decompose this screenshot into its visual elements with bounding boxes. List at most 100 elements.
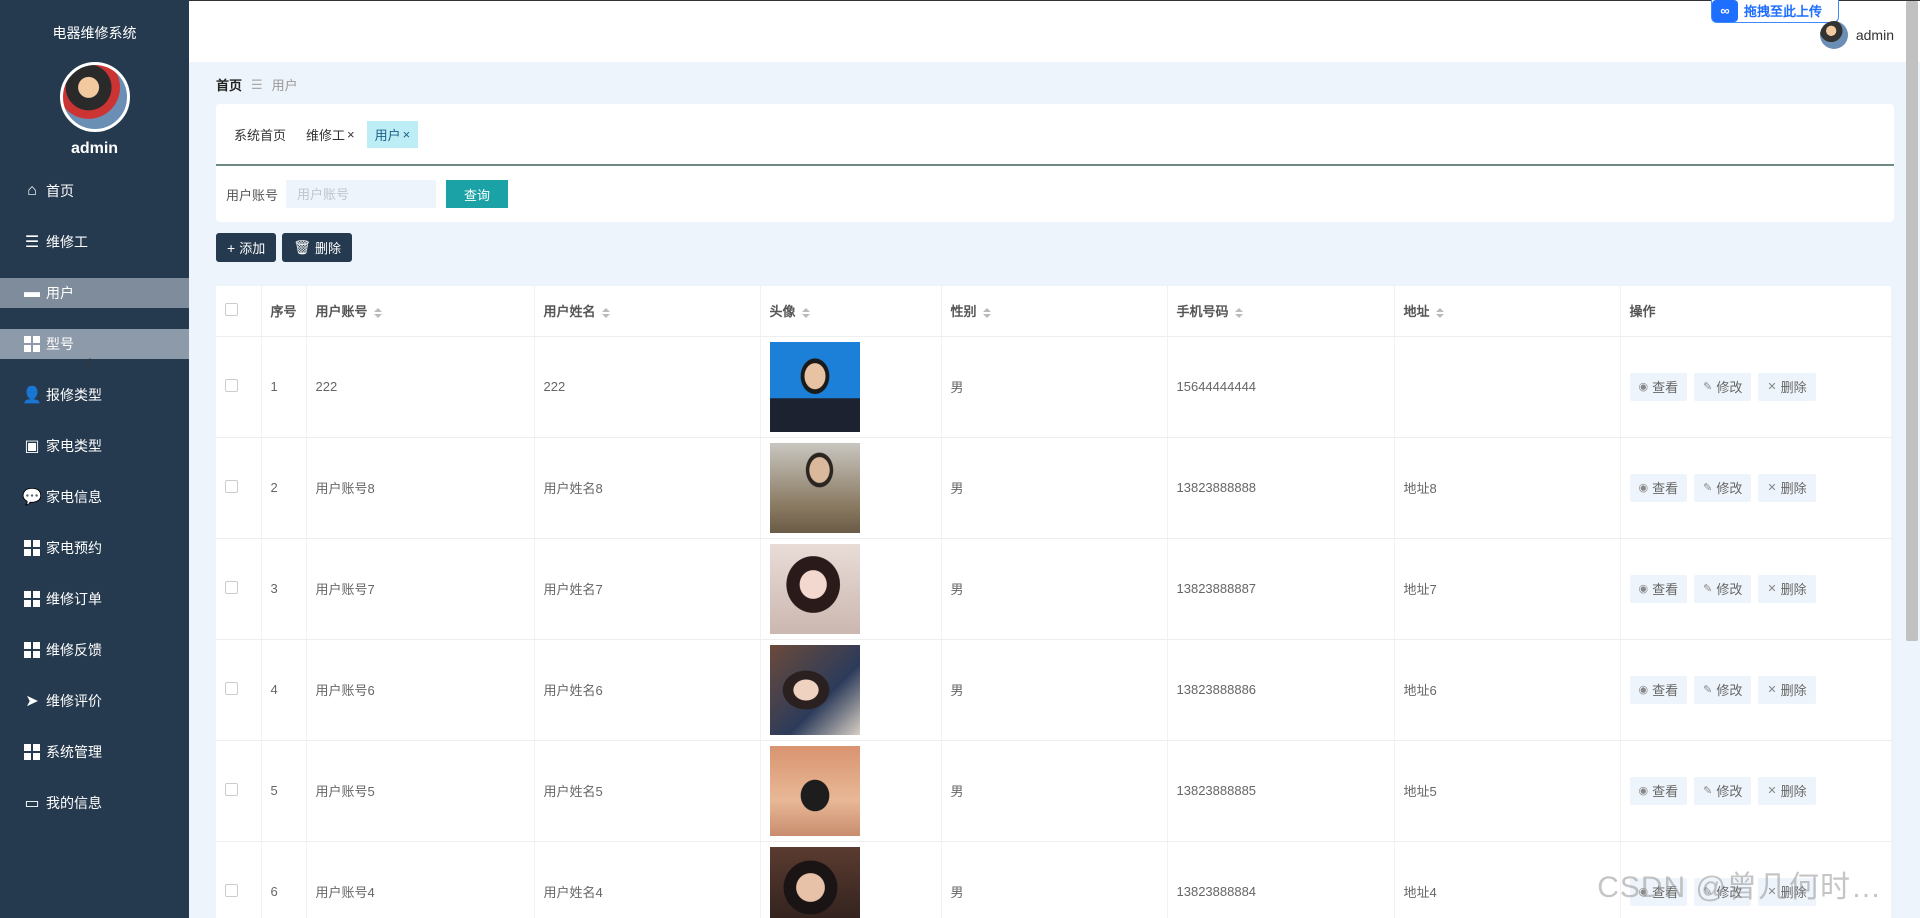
avatar[interactable] <box>769 745 860 836</box>
grid-icon <box>22 539 42 557</box>
row-checkbox[interactable] <box>216 639 262 741</box>
table-row: 1 222 222 男 15644444444 ◉ 查看 ✎ 修改 ✕ 删除 <box>216 336 1892 438</box>
row-delete-button[interactable]: ✕ 删除 <box>1758 776 1816 805</box>
close-icon[interactable]: × <box>347 127 355 142</box>
avatar[interactable] <box>59 62 130 132</box>
sidebar-item-9[interactable]: 维修反馈 <box>0 635 189 665</box>
cell-actions: ◉ 查看 ✎ 修改 ✕ 删除 <box>1620 740 1892 842</box>
sort-icon[interactable] <box>1435 307 1444 318</box>
column-header-label: 用户账号 <box>315 304 368 320</box>
column-header-label: 操作 <box>1629 304 1656 320</box>
sidebar-item-8[interactable]: 维修订单 <box>0 584 189 614</box>
sliders-icon: ☰ <box>24 234 40 251</box>
sidebar-menu: ⌂ 首页 ☰ 维修工 ▬ 用户型号 👤 报修类型 ▣ 家电类型 💬 家电信息家电预约维修订单维修反馈 ➤… <box>0 176 189 818</box>
search-input[interactable] <box>286 180 437 208</box>
sort-icon[interactable] <box>1234 307 1243 318</box>
column-header[interactable]: 头像 <box>760 286 942 337</box>
delete-label: 删除 <box>1780 582 1807 597</box>
sidebar-item-3[interactable]: 型号 <box>0 329 189 359</box>
home-icon: ⌂ <box>27 182 37 199</box>
row-checkbox[interactable] <box>216 740 262 842</box>
row-checkbox[interactable] <box>216 841 262 918</box>
sidebar-item-11[interactable]: 系统管理 <box>0 737 189 767</box>
avatar[interactable] <box>769 543 860 634</box>
cell-index: 4 <box>261 639 307 741</box>
close-icon: ✕ <box>1767 684 1777 696</box>
column-header[interactable]: 用户姓名 <box>534 286 761 337</box>
select-all-checkbox[interactable] <box>216 286 262 337</box>
row-delete-button[interactable]: ✕ 删除 <box>1758 473 1816 502</box>
tab-2[interactable]: 用户 × <box>366 120 419 148</box>
plus-icon: + <box>227 239 236 256</box>
view-button[interactable]: ◉ 查看 <box>1629 776 1688 805</box>
edit-button[interactable]: ✎ 修改 <box>1694 473 1752 502</box>
grid-icon <box>22 641 42 659</box>
cell-account: 用户账号5 <box>306 740 535 842</box>
add-button[interactable]: + 添加 <box>216 233 277 262</box>
view-button[interactable]: ◉ 查看 <box>1629 574 1688 603</box>
row-delete-button[interactable]: ✕ 删除 <box>1758 574 1816 603</box>
sidebar-item-0[interactable]: ⌂ 首页 <box>0 176 189 206</box>
query-button[interactable]: 查询 <box>446 180 509 208</box>
view-button[interactable]: ◉ 查看 <box>1629 372 1688 401</box>
tab-label: 用户 <box>374 127 401 143</box>
upload-badge[interactable]: ∞ 拖拽至此上传 <box>1711 0 1839 23</box>
breadcrumb-home[interactable]: 首页 <box>216 75 242 94</box>
delete-button[interactable]: 🗑 删除 <box>282 233 352 262</box>
close-icon[interactable]: × <box>403 127 411 142</box>
eye-icon: ◉ <box>1638 583 1649 595</box>
column-header[interactable]: 用户账号 <box>306 286 535 337</box>
sidebar-item-10[interactable]: ➤ 维修评价 <box>0 686 189 716</box>
view-button[interactable]: ◉ 查看 <box>1629 675 1688 704</box>
cell-name: 用户姓名4 <box>534 841 761 918</box>
scrollbar[interactable] <box>1906 1 1918 641</box>
row-delete-button[interactable]: ✕ 删除 <box>1758 675 1816 704</box>
filter-panel: 系统首页维修工×用户× 用户账号 查询 <box>216 104 1894 222</box>
view-button[interactable]: ◉ 查看 <box>1629 473 1688 502</box>
sidebar-item-7[interactable]: 家电预约 <box>0 533 189 563</box>
avatar[interactable] <box>769 442 860 533</box>
cell-address: 地址4 <box>1394 841 1621 918</box>
row-checkbox[interactable] <box>216 538 262 640</box>
tab-1[interactable]: 维修工 × <box>298 121 363 148</box>
sidebar-item-2[interactable]: ▬ 用户 <box>0 278 189 308</box>
row-delete-button[interactable]: ✕ 删除 <box>1758 372 1816 401</box>
sidebar-item-label: 用户 <box>46 285 74 301</box>
edit-label: 修改 <box>1716 380 1743 395</box>
avatar[interactable] <box>769 846 860 918</box>
sort-icon[interactable] <box>601 307 610 318</box>
tab-0[interactable]: 系统首页 <box>226 121 294 148</box>
cell-name: 用户姓名6 <box>534 639 761 741</box>
view-label: 查看 <box>1652 380 1679 395</box>
avatar[interactable] <box>769 341 860 432</box>
top-user-menu[interactable]: admin <box>1819 21 1894 49</box>
sidebar-item-12[interactable]: ▭ 我的信息 <box>0 788 189 818</box>
sidebar-item-6[interactable]: 💬 家电信息 <box>0 482 189 512</box>
table-row: 2 用户账号8 用户姓名8 男 13823888888 地址8 ◉ 查看 ✎ 修改 ✕ 删除 <box>216 437 1892 539</box>
grid-icon <box>22 743 42 761</box>
cell-name: 用户姓名5 <box>534 740 761 842</box>
sidebar-item-1[interactable]: ☰ 维修工 <box>0 227 189 257</box>
row-checkbox[interactable] <box>216 336 262 438</box>
row-checkbox[interactable] <box>216 437 262 539</box>
sidebar-item-4[interactable]: 👤 报修类型 <box>0 380 189 410</box>
cell-avatar <box>760 437 942 539</box>
sort-icon[interactable] <box>982 307 991 318</box>
edit-button[interactable]: ✎ 修改 <box>1694 776 1752 805</box>
table-row: 4 用户账号6 用户姓名6 男 13823888886 地址6 ◉ 查看 ✎ 修改 ✕ 删除 <box>216 639 1892 741</box>
edit-button[interactable]: ✎ 修改 <box>1694 675 1752 704</box>
edit-button[interactable]: ✎ 修改 <box>1694 372 1752 401</box>
sort-icon[interactable] <box>801 307 810 318</box>
column-header[interactable]: 手机号码 <box>1167 286 1395 337</box>
edit-button[interactable]: ✎ 修改 <box>1694 574 1752 603</box>
column-header[interactable]: 地址 <box>1394 286 1621 337</box>
column-header[interactable]: 性别 <box>941 286 1168 337</box>
topbar: ∞ 拖拽至此上传 admin <box>189 0 1920 641</box>
sort-icon[interactable] <box>373 307 382 318</box>
card-icon: ▭ <box>24 795 40 812</box>
edit-icon: ✎ <box>1703 381 1713 393</box>
avatar[interactable] <box>769 644 860 735</box>
sidebar: 电器维修系统 admin ⌂ 首页 ☰ 维修工 ▬ 用户 型号 👤 报修类型 ▣ 家电类型 💬 家电信息… <box>0 0 189 918</box>
delete-label: 删除 <box>1780 683 1807 698</box>
sidebar-item-5[interactable]: ▣ 家电类型 <box>0 431 189 461</box>
